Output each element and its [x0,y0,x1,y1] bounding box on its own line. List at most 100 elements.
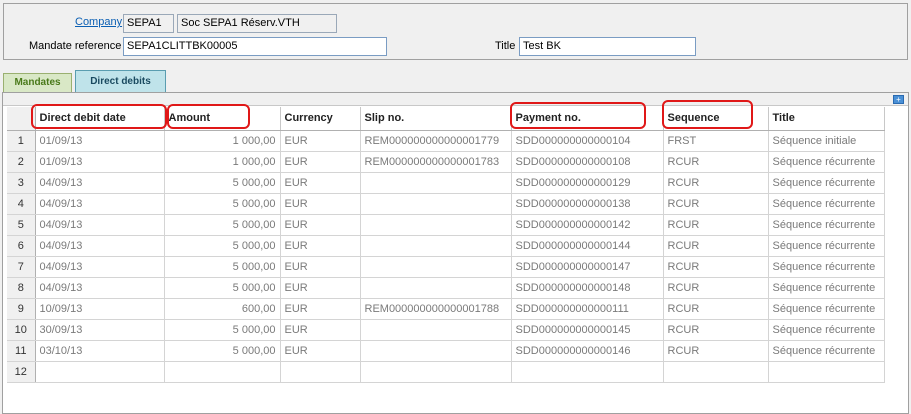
cell-payment-no[interactable]: SDD000000000000145 [511,319,664,341]
table-row[interactable]: 9 10/09/13 600,00 EUR REM000000000000001788 S… [7,298,885,320]
column-header-currency[interactable]: Currency [280,107,361,131]
cell-date[interactable]: 04/09/13 [35,214,165,236]
cell-currency[interactable]: EUR [280,277,361,299]
cell-date[interactable]: 04/09/13 [35,277,165,299]
cell-currency[interactable]: EUR [280,172,361,194]
cell-payment-no[interactable]: SDD000000000000148 [511,277,664,299]
cell-payment-no[interactable]: SDD000000000000147 [511,256,664,278]
cell-slip-no[interactable] [360,193,512,215]
row-number[interactable]: 6 [7,235,36,257]
cell-amount[interactable]: 5 000,00 [164,235,281,257]
cell-date[interactable]: 01/09/13 [35,151,165,173]
cell-payment-no[interactable]: SDD000000000000104 [511,130,664,152]
row-number[interactable]: 11 [7,340,36,362]
cell-currency[interactable] [280,361,361,383]
cell-currency[interactable]: EUR [280,130,361,152]
cell-slip-no[interactable] [360,235,512,257]
cell-sequence[interactable]: RCUR [663,340,769,362]
cell-sequence[interactable]: RCUR [663,298,769,320]
cell-date[interactable] [35,361,165,383]
cell-amount[interactable] [164,361,281,383]
row-number[interactable]: 4 [7,193,36,215]
cell-title[interactable]: Séquence récurrente [768,340,885,362]
mandate-reference-field[interactable]: SEPA1CLITTBK00005 [123,37,387,56]
cell-slip-no[interactable]: REM000000000000001779 [360,130,512,152]
column-header-title[interactable]: Title [768,107,885,131]
cell-slip-no[interactable] [360,214,512,236]
cell-currency[interactable]: EUR [280,340,361,362]
table-row[interactable]: 7 04/09/13 5 000,00 EUR SDD000000000000147 RC… [7,256,885,278]
row-number[interactable]: 3 [7,172,36,194]
cell-slip-no[interactable] [360,319,512,341]
cell-payment-no[interactable]: SDD000000000000111 [511,298,664,320]
cell-sequence[interactable]: RCUR [663,193,769,215]
cell-amount[interactable]: 600,00 [164,298,281,320]
company-link[interactable]: Company [75,16,122,28]
cell-currency[interactable]: EUR [280,151,361,173]
table-row[interactable]: 4 04/09/13 5 000,00 EUR SDD000000000000138 RC… [7,193,885,215]
cell-title[interactable] [768,361,885,383]
cell-amount[interactable]: 5 000,00 [164,319,281,341]
cell-sequence[interactable]: RCUR [663,235,769,257]
cell-slip-no[interactable] [360,277,512,299]
cell-sequence[interactable]: RCUR [663,319,769,341]
table-row[interactable]: 3 04/09/13 5 000,00 EUR SDD000000000000129 RC… [7,172,885,194]
cell-title[interactable]: Séquence récurrente [768,172,885,194]
expand-icon[interactable]: + [893,95,904,104]
title-field[interactable]: Test BK [519,37,696,56]
cell-title[interactable]: Séquence récurrente [768,298,885,320]
cell-sequence[interactable]: RCUR [663,151,769,173]
row-number[interactable]: 1 [7,130,36,152]
column-header-sequence[interactable]: Sequence [663,107,769,131]
cell-slip-no[interactable] [360,256,512,278]
cell-sequence[interactable]: FRST [663,130,769,152]
cell-currency[interactable]: EUR [280,214,361,236]
cell-slip-no[interactable] [360,172,512,194]
table-row[interactable]: 6 04/09/13 5 000,00 EUR SDD000000000000144 RC… [7,235,885,257]
cell-date[interactable]: 01/09/13 [35,130,165,152]
company-code-field[interactable]: SEPA1 [123,14,174,33]
cell-currency[interactable]: EUR [280,193,361,215]
table-row[interactable]: 5 04/09/13 5 000,00 EUR SDD000000000000142 RC… [7,214,885,236]
cell-date[interactable]: 04/09/13 [35,256,165,278]
table-row[interactable]: 10 30/09/13 5 000,00 EUR SDD000000000000145 R… [7,319,885,341]
cell-payment-no[interactable]: SDD000000000000144 [511,235,664,257]
cell-date[interactable]: 04/09/13 [35,172,165,194]
tab-mandates[interactable]: Mandates [3,73,72,92]
tab-direct-debits[interactable]: Direct debits [75,70,166,92]
cell-payment-no[interactable]: SDD000000000000138 [511,193,664,215]
cell-amount[interactable]: 5 000,00 [164,193,281,215]
cell-amount[interactable]: 5 000,00 [164,172,281,194]
column-header-direct-debit-date[interactable]: Direct debit date [35,107,165,131]
cell-title[interactable]: Séquence récurrente [768,193,885,215]
table-row[interactable]: 2 01/09/13 1 000,00 EUR REM00000000000000178… [7,151,885,173]
cell-amount[interactable]: 5 000,00 [164,256,281,278]
cell-currency[interactable]: EUR [280,319,361,341]
cell-slip-no[interactable] [360,340,512,362]
row-number[interactable]: 9 [7,298,36,320]
table-row[interactable]: 8 04/09/13 5 000,00 EUR SDD000000000000148 RC… [7,277,885,299]
cell-date[interactable]: 04/09/13 [35,235,165,257]
cell-payment-no[interactable]: SDD000000000000142 [511,214,664,236]
cell-title[interactable]: Séquence initiale [768,130,885,152]
cell-title[interactable]: Séquence récurrente [768,151,885,173]
table-row[interactable]: 11 03/10/13 5 000,00 EUR SDD000000000000146 R… [7,340,885,362]
cell-date[interactable]: 03/10/13 [35,340,165,362]
table-row[interactable]: 12 [7,361,885,383]
cell-currency[interactable]: EUR [280,235,361,257]
cell-payment-no[interactable]: SDD000000000000146 [511,340,664,362]
column-header-amount[interactable]: Amount [164,107,281,131]
cell-payment-no[interactable] [511,361,664,383]
cell-sequence[interactable]: RCUR [663,214,769,236]
cell-date[interactable]: 10/09/13 [35,298,165,320]
cell-currency[interactable]: EUR [280,256,361,278]
cell-title[interactable]: Séquence récurrente [768,319,885,341]
cell-sequence[interactable]: RCUR [663,277,769,299]
cell-date[interactable]: 30/09/13 [35,319,165,341]
cell-sequence[interactable]: RCUR [663,172,769,194]
cell-payment-no[interactable]: SDD000000000000108 [511,151,664,173]
cell-amount[interactable]: 5 000,00 [164,214,281,236]
row-number[interactable]: 2 [7,151,36,173]
cell-slip-no[interactable]: REM000000000000001788 [360,298,512,320]
cell-title[interactable]: Séquence récurrente [768,235,885,257]
